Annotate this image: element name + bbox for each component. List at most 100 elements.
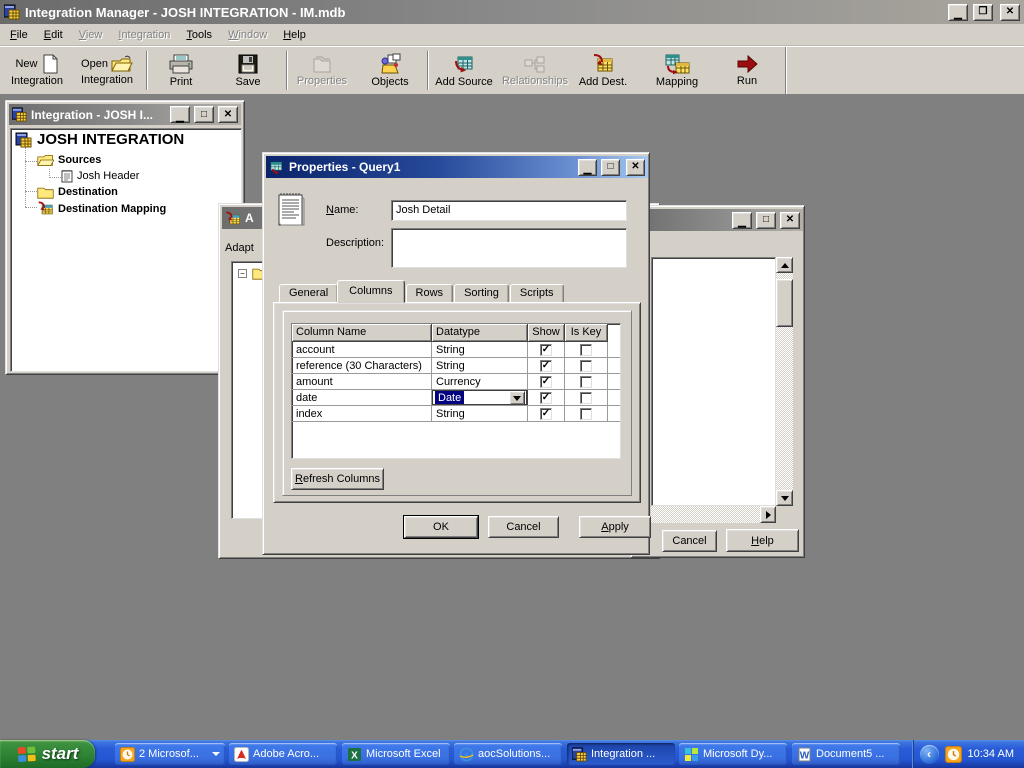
scroll-up-button[interactable] — [776, 257, 793, 273]
tree-item-sources[interactable]: Sources — [37, 153, 101, 167]
document-icon — [61, 169, 73, 183]
new-integration-button[interactable]: New Integration — [4, 49, 70, 92]
content-pane — [651, 257, 776, 506]
floppy-disk-icon — [237, 53, 259, 75]
hide-icons-chevron[interactable]: ‹ — [920, 745, 939, 764]
tab-general[interactable]: General — [279, 284, 338, 303]
close-button[interactable]: ✕ — [218, 106, 238, 123]
properties-dialog-titlebar[interactable]: Properties - Query1 ▁ □ ✕ — [266, 156, 648, 178]
tree-connector — [25, 161, 37, 162]
grid-row-account[interactable]: account String ✓ — [292, 342, 620, 358]
cancel-button[interactable]: Cancel — [662, 530, 717, 552]
close-button[interactable]: ✕ — [1000, 4, 1020, 21]
scroll-down-button[interactable] — [776, 490, 793, 506]
columns-group: Column Name Datatype Show Is Key account… — [282, 310, 632, 496]
taskbar-button-integration[interactable]: Integration ... — [567, 743, 675, 765]
is-key-checkbox[interactable] — [580, 344, 592, 356]
tab-columns[interactable]: Columns — [337, 280, 404, 303]
tab-sorting[interactable]: Sorting — [454, 284, 509, 303]
minimize-button[interactable]: ▁ — [732, 212, 752, 229]
help-button[interactable]: Help — [726, 529, 799, 552]
open-folder-icon — [111, 55, 133, 73]
taskbar-button-excel[interactable]: X Microsoft Excel — [342, 743, 450, 765]
taskbar-button-dynamics[interactable]: Microsoft Dy... — [679, 743, 787, 765]
tree-item-destination-mapping[interactable]: Destination Mapping — [37, 201, 166, 216]
dropdown-button[interactable] — [509, 391, 525, 405]
grid-row-amount[interactable]: amount Currency ✓ — [292, 374, 620, 390]
save-button[interactable]: Save — [219, 49, 277, 92]
name-label: Name: — [326, 204, 358, 216]
cancel-button[interactable]: Cancel — [488, 516, 559, 538]
datatype-combobox[interactable]: Date — [432, 390, 528, 405]
show-checkbox[interactable]: ✓ — [540, 392, 552, 404]
start-button[interactable]: start — [0, 740, 95, 768]
is-key-checkbox[interactable] — [580, 392, 592, 404]
chevron-down-icon — [212, 752, 220, 756]
open-integration-button[interactable]: Open Integration — [72, 49, 142, 92]
horizontal-scrollbar[interactable] — [651, 506, 776, 523]
header-is-key[interactable]: Is Key — [565, 324, 608, 342]
taskbar-button-document5[interactable]: W Document5 ... — [792, 743, 900, 765]
menu-integration[interactable]: Integration — [110, 26, 178, 44]
tree-item-josh-header[interactable]: Josh Header — [61, 169, 139, 183]
scrollbar-thumb[interactable] — [776, 279, 793, 327]
scroll-right-button[interactable] — [760, 506, 776, 523]
restore-button[interactable]: ❐ — [973, 4, 993, 21]
maximize-button[interactable]: □ — [601, 159, 620, 176]
taskbar-button-group-microsoft[interactable]: 2 Microsof... — [115, 743, 225, 765]
print-button[interactable]: Print — [152, 49, 210, 92]
close-button[interactable]: ✕ — [626, 159, 645, 176]
show-checkbox[interactable]: ✓ — [540, 344, 552, 356]
scroll-area — [651, 257, 793, 523]
is-key-checkbox[interactable] — [580, 360, 592, 372]
description-input[interactable] — [391, 228, 627, 268]
tree-item-destination[interactable]: Destination — [37, 185, 118, 199]
header-datatype[interactable]: Datatype — [432, 324, 528, 342]
integration-manager-icon — [4, 4, 20, 20]
menu-view[interactable]: View — [71, 26, 111, 44]
show-checkbox[interactable]: ✓ — [540, 408, 552, 420]
relationships-button: Relationships — [499, 49, 571, 92]
grid-row-date[interactable]: date Date ✓ — [292, 390, 620, 406]
menu-edit[interactable]: Edit — [36, 26, 71, 44]
name-input[interactable]: Josh Detail — [391, 200, 627, 221]
add-source-button[interactable]: Add Source — [433, 49, 495, 92]
maximize-button[interactable]: □ — [756, 212, 776, 229]
vertical-scrollbar[interactable] — [776, 257, 793, 506]
integration-manager-icon — [12, 107, 27, 122]
menu-help[interactable]: Help — [275, 26, 314, 44]
tray-clock-icon[interactable] — [945, 746, 962, 763]
menu-file[interactable]: File — [2, 26, 36, 44]
menu-tools[interactable]: Tools — [178, 26, 220, 44]
minimize-button[interactable]: ▁ — [170, 106, 190, 123]
tab-scripts[interactable]: Scripts — [510, 284, 564, 303]
header-show[interactable]: Show — [528, 324, 565, 342]
adapters-label: Adapt — [225, 242, 254, 254]
tree-root-josh-integration[interactable]: JOSH INTEGRATION — [15, 131, 184, 148]
grid-row-index[interactable]: index String ✓ — [292, 406, 620, 422]
grid-row-reference[interactable]: reference (30 Characters) String ✓ — [292, 358, 620, 374]
close-button[interactable]: ✕ — [780, 212, 800, 229]
is-key-checkbox[interactable] — [580, 376, 592, 388]
tree-collapse-icon[interactable]: − — [238, 269, 247, 278]
minimize-button[interactable]: ▁ — [948, 4, 968, 21]
objects-button[interactable]: Objects — [359, 49, 421, 92]
ok-button[interactable]: OK — [404, 516, 478, 538]
run-button[interactable]: Run — [717, 49, 777, 92]
menu-window[interactable]: Window — [220, 26, 275, 44]
refresh-columns-button[interactable]: Refresh Columns — [291, 468, 384, 490]
header-column-name[interactable]: Column Name — [292, 324, 432, 342]
start-label: start — [42, 744, 79, 764]
add-dest-button[interactable]: Add Dest. — [574, 49, 632, 92]
show-checkbox[interactable]: ✓ — [540, 360, 552, 372]
taskbar-button-adobe[interactable]: Adobe Acro... — [229, 743, 337, 765]
clock-app-icon — [120, 747, 135, 762]
maximize-button[interactable]: □ — [194, 106, 214, 123]
show-checkbox[interactable]: ✓ — [540, 376, 552, 388]
mapping-button[interactable]: Mapping — [645, 49, 709, 92]
apply-button[interactable]: Apply — [579, 516, 651, 538]
tab-rows[interactable]: Rows — [406, 284, 454, 303]
is-key-checkbox[interactable] — [580, 408, 592, 420]
taskbar-button-aocsolutions[interactable]: e aocSolutions... — [454, 743, 562, 765]
minimize-button[interactable]: ▁ — [578, 159, 597, 176]
